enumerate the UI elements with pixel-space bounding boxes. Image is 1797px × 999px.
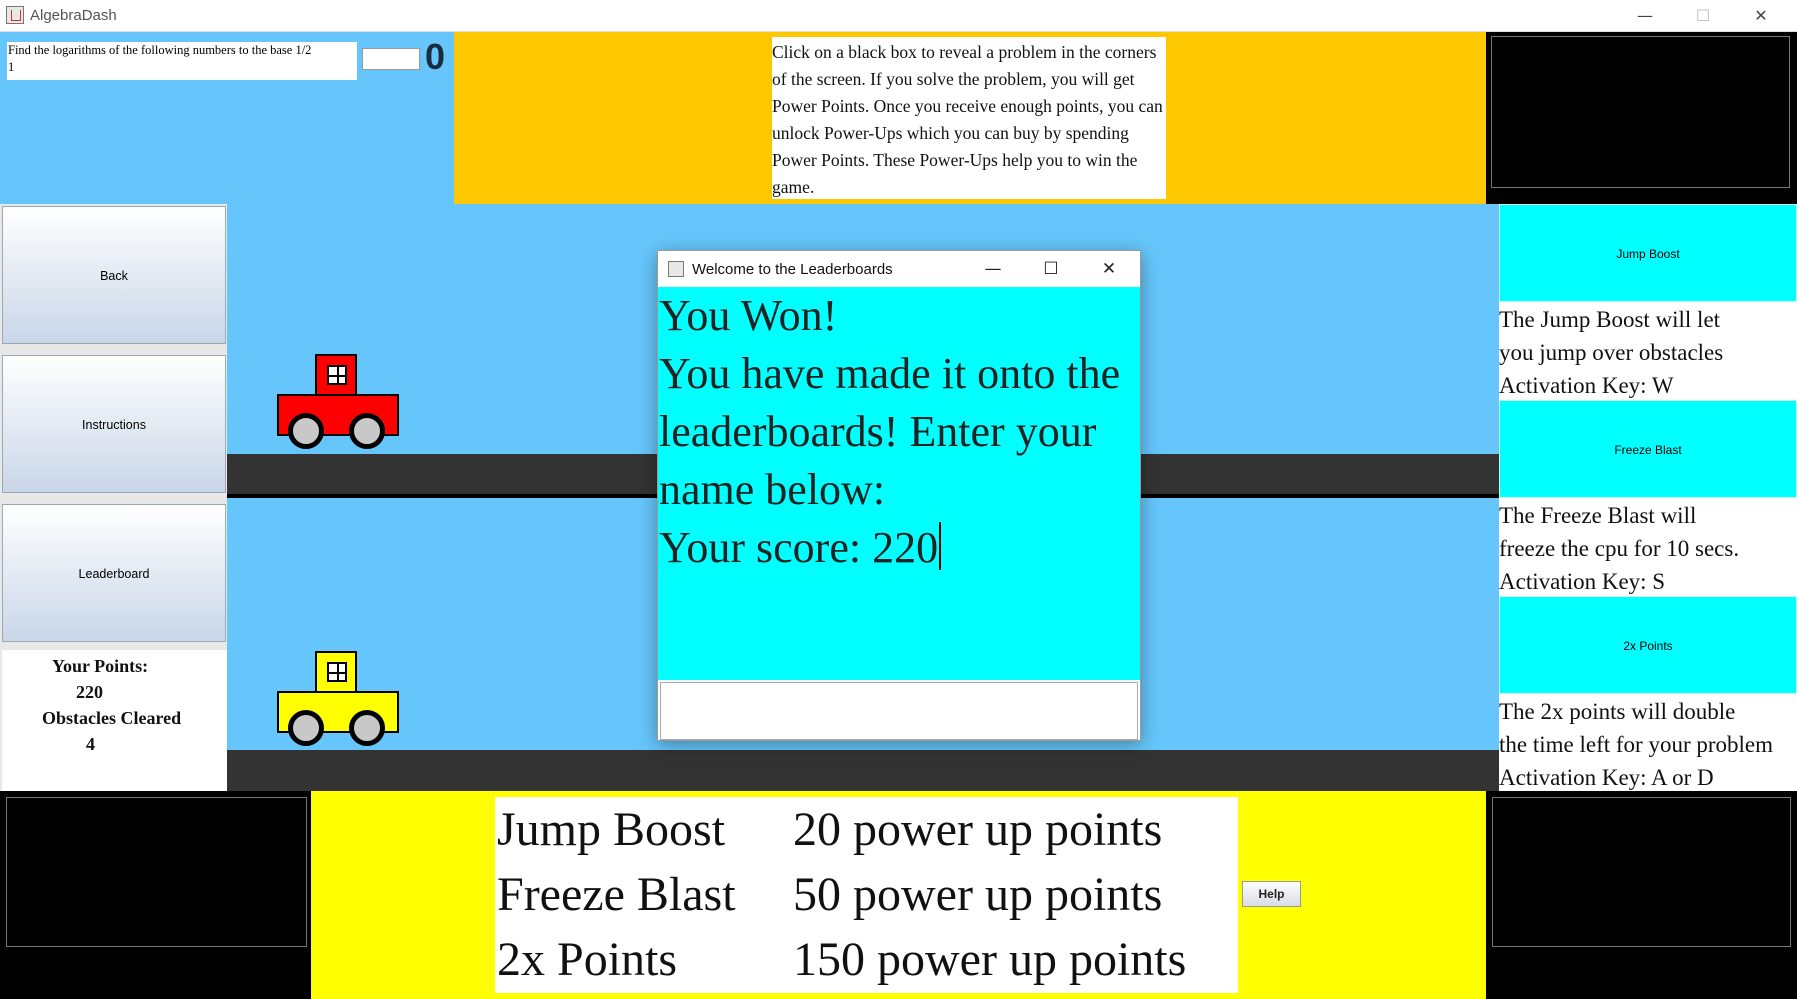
instructions-text: Click on a black box to reveal a problem… <box>772 37 1166 199</box>
window-titlebar: AlgebraDash — ☐ ✕ <box>0 0 1797 32</box>
freeze-blast-description: The Freeze Blast will freeze the cpu for… <box>1499 498 1797 596</box>
player-car <box>277 354 399 454</box>
jump-boost-button[interactable]: Jump Boost <box>1499 204 1797 302</box>
jump-boost-description: The Jump Boost will let you jump over ob… <box>1499 302 1797 400</box>
price-row: Freeze Blast 50 power up points <box>495 862 1238 927</box>
score-line: Your score: 220 <box>659 519 1140 577</box>
car-wheel <box>349 710 385 746</box>
instructions-button[interactable]: Instructions <box>2 355 226 493</box>
black-box-top-right[interactable] <box>1491 36 1790 188</box>
close-icon[interactable]: ✕ <box>1738 0 1784 32</box>
back-button-label: Back <box>100 269 128 283</box>
freeze-blast-button[interactable]: Freeze Blast <box>1499 400 1797 498</box>
description-line: Activation Key: A or D <box>1499 765 1714 790</box>
car-window <box>327 662 347 682</box>
description-line: Activation Key: S <box>1499 569 1666 594</box>
leaderboard-button-label: Leaderboard <box>78 567 150 581</box>
java-cup-icon <box>6 6 24 24</box>
problem-number: 1 <box>8 60 15 74</box>
text-caret <box>939 522 942 570</box>
points-value: 220 <box>76 682 103 702</box>
help-button[interactable]: Help <box>1242 881 1301 907</box>
problem-text-box: Find the logarithms of the following num… <box>7 42 357 80</box>
maximize-icon[interactable]: ☐ <box>1680 0 1726 32</box>
price-item-cost: 150 power up points <box>793 933 1187 986</box>
car-wheel <box>349 413 385 449</box>
leaderboard-dialog: Welcome to the Leaderboards — ☐ ✕ You Wo… <box>657 250 1141 741</box>
dialog-message[interactable]: You Won! You have made it onto the leade… <box>658 287 1140 680</box>
price-row: Jump Boost 20 power up points <box>495 797 1238 862</box>
name-input[interactable] <box>660 682 1138 740</box>
price-item-name: Jump Boost <box>497 803 726 856</box>
power-up-price-list: Jump Boost 20 power up points Freeze Bla… <box>495 797 1238 993</box>
black-box-bottom-right[interactable] <box>1492 797 1791 947</box>
description-line: The Jump Boost will let <box>1499 307 1721 332</box>
instructions-button-label: Instructions <box>82 418 146 432</box>
points-label: Your Points: <box>52 656 149 676</box>
car-wheel <box>288 413 324 449</box>
car-window <box>327 365 347 385</box>
obstacles-value: 4 <box>86 734 95 754</box>
dialog-title: Welcome to the Leaderboards <box>692 261 893 278</box>
car-wheel <box>288 710 324 746</box>
leaderboard-text: name below: <box>659 465 886 514</box>
answer-input[interactable] <box>362 48 420 70</box>
obstacles-label: Obstacles Cleared <box>42 708 182 728</box>
price-item-name: Freeze Blast <box>497 868 736 921</box>
cpu-car <box>277 651 399 751</box>
price-row: 2x Points 150 power up points <box>495 927 1238 992</box>
leaderboard-text: You have made it onto the <box>659 349 1121 398</box>
description-line: you jump over obstacles <box>1499 340 1724 365</box>
problem-counter: 0 <box>425 36 446 77</box>
minimize-icon[interactable]: — <box>965 251 1021 287</box>
dialog-titlebar[interactable]: Welcome to the Leaderboards — ☐ ✕ <box>658 251 1140 287</box>
stats-panel: Your Points: 220 Obstacles Cleared 4 <box>2 650 227 791</box>
problem-question: Find the logarithms of the following num… <box>8 43 312 57</box>
close-icon[interactable]: ✕ <box>1081 251 1137 287</box>
description-line: Activation Key: W <box>1499 373 1674 398</box>
win-text: You Won! <box>659 291 838 340</box>
description-line: The 2x points will double <box>1499 699 1736 724</box>
description-line: the time left for your problem <box>1499 732 1774 757</box>
black-box-bottom-left[interactable] <box>6 797 307 947</box>
price-item-cost: 20 power up points <box>793 803 1163 856</box>
minimize-icon[interactable]: — <box>1622 0 1668 32</box>
2x-points-description: The 2x points will double the time left … <box>1499 694 1797 791</box>
description-line: freeze the cpu for 10 secs. <box>1499 536 1740 561</box>
price-item-cost: 50 power up points <box>793 868 1163 921</box>
leaderboard-text: leaderboards! Enter your <box>659 407 1097 456</box>
score-text: Your score: 220 <box>659 523 939 572</box>
description-line: The Freeze Blast will <box>1499 503 1697 528</box>
maximize-icon[interactable]: ☐ <box>1023 251 1079 287</box>
java-cup-icon <box>668 261 684 277</box>
leaderboard-button[interactable]: Leaderboard <box>2 504 226 642</box>
window-title: AlgebraDash <box>30 7 117 24</box>
back-button[interactable]: Back <box>2 206 226 344</box>
price-item-name: 2x Points <box>497 933 678 986</box>
2x-points-button[interactable]: 2x Points <box>1499 596 1797 694</box>
road-bottom <box>227 750 1499 791</box>
